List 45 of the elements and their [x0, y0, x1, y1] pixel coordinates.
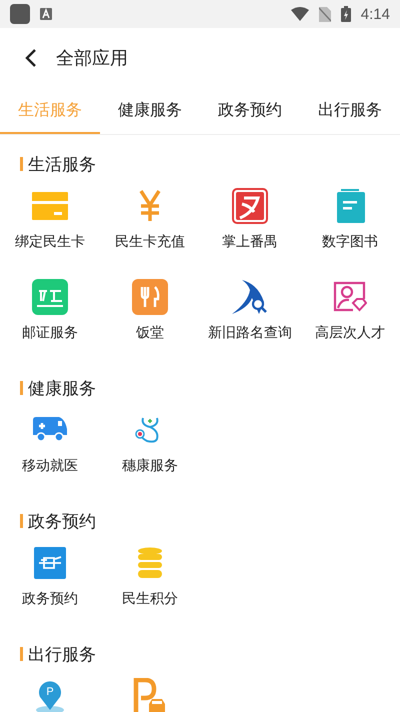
- section-title: 政务预约: [28, 510, 96, 532]
- app-label[interactable]: 民生积分: [122, 591, 178, 607]
- section-marker: [20, 514, 23, 528]
- tab[interactable]: 出行服务: [300, 88, 400, 134]
- parking-car-icon: [133, 678, 167, 712]
- section-title: 出行服务: [28, 644, 96, 666]
- section-title: 健康服务: [28, 378, 96, 400]
- battery-charging-icon: [340, 6, 351, 22]
- keyboard-a-icon: [40, 8, 52, 20]
- app-label[interactable]: 移动就医: [22, 458, 78, 474]
- coin-stack-icon: [137, 547, 163, 579]
- section-marker: [20, 157, 23, 171]
- back-icon: [24, 48, 38, 68]
- status-time: 4:14: [360, 6, 390, 22]
- app-label[interactable]: 掌上番禺: [222, 234, 278, 250]
- app-label[interactable]: 高层次人才: [315, 325, 385, 341]
- app-label[interactable]: 数字图书: [322, 234, 378, 250]
- app-label[interactable]: 穗康服务: [122, 458, 178, 474]
- card-icon: [32, 191, 68, 221]
- app-label[interactable]: 邮证服务: [22, 325, 78, 341]
- no-sim-icon: [318, 6, 331, 22]
- app-label[interactable]: 饭堂: [136, 325, 164, 341]
- app-label[interactable]: 绑定民生卡: [15, 234, 85, 250]
- app-label[interactable]: 新旧路名查询: [208, 325, 292, 341]
- app-label[interactable]: 民生卡充值: [115, 234, 185, 250]
- book-icon: [335, 189, 365, 223]
- section-marker: [20, 381, 23, 395]
- wifi-icon: [290, 7, 309, 21]
- ambulance-icon: [33, 417, 67, 443]
- rounded-logo-icon: [32, 279, 68, 315]
- plug-tile-icon: [34, 547, 66, 579]
- map-pin-icon: [36, 681, 64, 712]
- app-label[interactable]: 政务预约: [22, 591, 78, 607]
- tab[interactable]: 健康服务: [100, 88, 200, 134]
- fork-knife-icon: [132, 279, 168, 315]
- square-logo-icon: [232, 188, 268, 224]
- section-title: 生活服务: [28, 154, 96, 176]
- app-square-icon: [10, 4, 30, 24]
- yen-icon: [138, 190, 162, 222]
- page-title: 全部应用: [56, 47, 128, 70]
- section-marker: [20, 647, 23, 661]
- parking-sign: P: [46, 686, 54, 698]
- person-frame-icon: [333, 281, 367, 313]
- tab[interactable]: 政务预约: [200, 88, 300, 134]
- wave-magnifier-icon: [232, 280, 268, 314]
